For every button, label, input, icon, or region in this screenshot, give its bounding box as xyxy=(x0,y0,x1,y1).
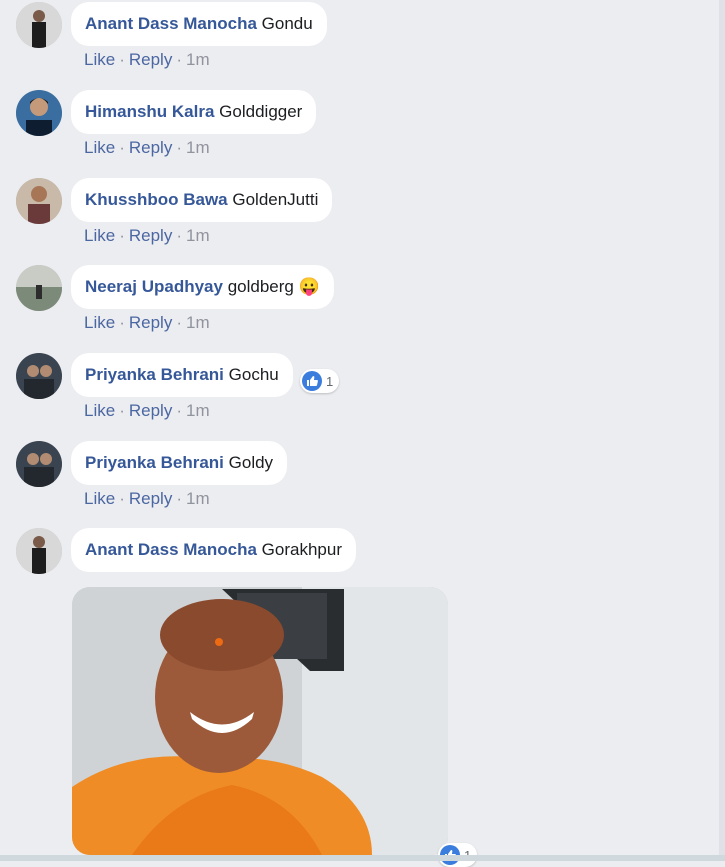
comment-photo[interactable] xyxy=(72,587,448,855)
commenter-name[interactable]: Priyanka Behrani xyxy=(85,453,224,472)
comment-actions: Like · Reply · 1m xyxy=(84,313,210,333)
reply-link[interactable]: Reply xyxy=(129,50,172,69)
tongue-emoji-icon: 😛 xyxy=(298,277,320,296)
reply-link[interactable]: Reply xyxy=(129,313,172,332)
separator: · xyxy=(119,138,125,157)
comment-text: GoldenJutti xyxy=(232,190,319,209)
timestamp[interactable]: 1m xyxy=(186,138,210,157)
separator: · xyxy=(176,138,182,157)
avatar[interactable] xyxy=(16,2,62,48)
like-link[interactable]: Like xyxy=(84,138,115,157)
comment-text: Goldy xyxy=(228,453,274,472)
avatar[interactable] xyxy=(16,528,62,574)
comment-actions: Like · Reply · 1m xyxy=(84,401,210,421)
timestamp[interactable]: 1m xyxy=(186,313,210,332)
like-link[interactable]: Like xyxy=(84,50,115,69)
comment-text: Gochu xyxy=(228,365,279,384)
comment-actions: Like · Reply · 1m xyxy=(84,489,210,509)
reaction-badge[interactable]: 1 xyxy=(300,369,340,393)
reply-link[interactable]: Reply xyxy=(129,489,172,508)
reply-link[interactable]: Reply xyxy=(129,401,172,420)
timestamp[interactable]: 1m xyxy=(186,401,210,420)
comment-text: Gorakhpur xyxy=(261,540,342,559)
comment-actions: Like · Reply · 1m xyxy=(84,226,210,246)
separator: · xyxy=(119,401,125,420)
separator: · xyxy=(176,401,182,420)
comment-bubble: Anant Dass Manocha Gorakhpur xyxy=(71,528,356,572)
page-right-edge xyxy=(719,0,725,861)
comment-text: goldberg xyxy=(227,277,294,296)
separator: · xyxy=(176,50,182,69)
thumbs-up-icon xyxy=(302,371,322,391)
separator: · xyxy=(119,313,125,332)
like-link[interactable]: Like xyxy=(84,401,115,420)
timestamp[interactable]: 1m xyxy=(186,50,210,69)
like-link[interactable]: Like xyxy=(84,489,115,508)
reply-link[interactable]: Reply xyxy=(129,226,172,245)
commenter-name[interactable]: Anant Dass Manocha xyxy=(85,540,257,559)
commenter-name[interactable]: Himanshu Kalra xyxy=(85,102,214,121)
commenter-name[interactable]: Anant Dass Manocha xyxy=(85,14,257,33)
avatar[interactable] xyxy=(16,353,62,399)
comment-text: Gondu xyxy=(261,14,313,33)
like-link[interactable]: Like xyxy=(84,226,115,245)
comment-bubble: Khusshboo Bawa GoldenJutti xyxy=(71,178,333,222)
commenter-name[interactable]: Priyanka Behrani xyxy=(85,365,224,384)
separator: · xyxy=(176,313,182,332)
comment-bubble: Neeraj Upadhyay goldberg 😛 xyxy=(71,265,334,309)
page-bottom-edge xyxy=(0,855,725,861)
separator: · xyxy=(119,226,125,245)
avatar[interactable] xyxy=(16,265,62,311)
separator: · xyxy=(119,489,125,508)
separator: · xyxy=(119,50,125,69)
comment-actions: Like · Reply · 1m xyxy=(84,138,210,158)
timestamp[interactable]: 1m xyxy=(186,489,210,508)
reaction-count: 1 xyxy=(326,373,334,389)
comment-actions: Like · Reply · 1m xyxy=(84,50,210,70)
separator: · xyxy=(176,489,182,508)
commenter-name[interactable]: Neeraj Upadhyay xyxy=(85,277,223,296)
avatar[interactable] xyxy=(16,178,62,224)
comment-bubble: Himanshu Kalra Golddigger xyxy=(71,90,317,134)
comment-bubble: Priyanka Behrani Goldy xyxy=(71,441,288,485)
separator: · xyxy=(176,226,182,245)
avatar[interactable] xyxy=(16,90,62,136)
commenter-name[interactable]: Khusshboo Bawa xyxy=(85,190,228,209)
comment-bubble: Anant Dass Manocha Gondu xyxy=(71,2,327,46)
timestamp[interactable]: 1m xyxy=(186,226,210,245)
avatar[interactable] xyxy=(16,441,62,487)
reply-link[interactable]: Reply xyxy=(129,138,172,157)
like-link[interactable]: Like xyxy=(84,313,115,332)
comment-bubble: Priyanka Behrani Gochu xyxy=(71,353,293,397)
comment-text: Golddigger xyxy=(219,102,303,121)
